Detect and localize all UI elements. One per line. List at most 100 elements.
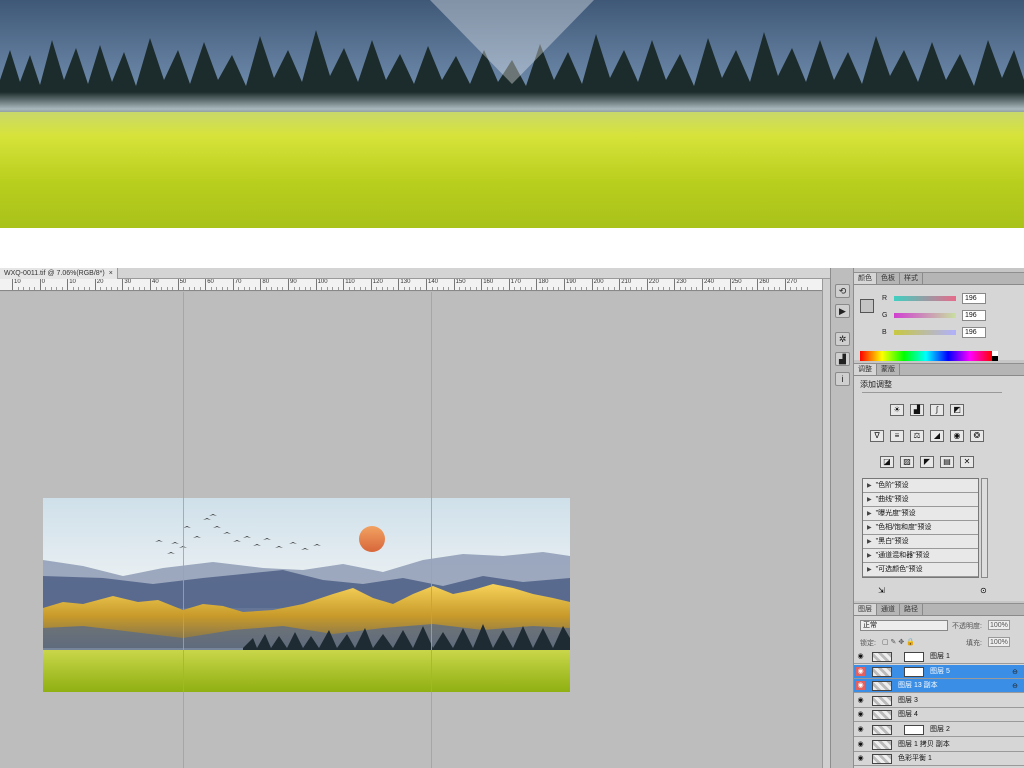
ruler-minor-tick [299,287,301,290]
tab-channels[interactable]: 通道 [877,604,900,615]
ruler-minor-tick [332,287,334,290]
tab-paths[interactable]: 路径 [900,604,923,615]
blend-mode-select[interactable]: 正常 [860,620,948,631]
fill-label: 填充: [966,640,982,647]
lock-icons[interactable]: ▢ ✎ ✥ 🔒 [882,638,915,646]
list-item[interactable]: ▶ "色相/饱和度"预设 [863,521,978,535]
list-item[interactable]: ▶ "可选颜色"预设 [863,563,978,577]
list-item[interactable]: ▶ "色阶"预设 [863,479,978,493]
foreground-color-swatch[interactable] [860,299,874,313]
layer-row[interactable]: ◉ 图层 4 [854,708,1024,723]
layer-row[interactable]: ◉ 图层 1 拷贝 副本 [854,737,1024,752]
brightness-icon[interactable]: ☀ [890,404,904,416]
green-channel-slider[interactable] [894,313,956,318]
layer-row[interactable]: ◉ 图层 2 [854,723,1024,737]
actions-icon[interactable]: ▶ [835,304,850,318]
ruler-label: 220 [648,279,659,285]
return-icon[interactable]: ⇲ [878,586,885,595]
photo-filter-icon[interactable]: ◉ [950,430,964,442]
fill-field[interactable]: 100% [988,637,1010,647]
blue-channel-label: B [882,329,887,336]
list-item[interactable]: ▶ "黑白"预设 [863,535,978,549]
list-item[interactable]: ▶ "曝光度"预设 [863,507,978,521]
color-balance-icon[interactable]: ⚖ [910,430,924,442]
ruler-minor-tick [414,287,416,290]
tab-swatches[interactable]: 色板 [877,273,900,284]
info-icon[interactable]: i [835,372,850,386]
ruler-minor-tick [304,287,306,290]
layer-row[interactable]: ◉ 图层 3 [854,693,1024,708]
ruler-minor-tick [679,287,681,290]
tab-layers[interactable]: 图层 [854,604,877,615]
channel-mixer-icon[interactable]: ❂ [970,430,984,442]
layer-mask-thumbnail[interactable] [904,652,924,662]
visibility-eye-icon[interactable]: ◉ [856,681,865,691]
visibility-eye-icon[interactable]: ◉ [856,740,865,749]
ruler-minor-tick [56,287,58,290]
adjustments-title: 添加调整 [860,380,892,389]
hue-saturation-icon[interactable]: ≡ [890,430,904,442]
visibility-eye-icon[interactable]: ◉ [856,754,865,763]
layer-row[interactable]: ◉ 色彩平衡 1 [854,752,1024,767]
document-tab[interactable]: WXQ-0011.tif @ 7.06%(RGB/8*) × [0,268,118,279]
preset-scrollbar[interactable] [981,478,988,578]
tab-adjustments[interactable]: 调整 [854,364,877,375]
layer-row[interactable]: ◉ 图层 5 ⊖ [854,664,1024,679]
layer-row[interactable]: ◉ 图层 13 副本 ⊖ [854,679,1024,694]
ruler-minor-tick [503,287,505,290]
tab-color[interactable]: 颜色 [854,273,877,284]
vibrance-icon[interactable]: ∇ [870,430,884,442]
ruler-minor-tick [602,287,604,290]
ruler-tick [232,279,234,290]
guide-line[interactable] [431,292,432,768]
visibility-eye-icon[interactable]: ◉ [856,710,865,719]
ruler-minor-tick [575,287,577,290]
red-channel-value[interactable]: 196 [962,293,986,304]
ruler-tick [508,279,510,290]
ruler-minor-tick [569,287,571,290]
ruler-minor-tick [409,287,411,290]
black-white-icon[interactable]: ◢ [930,430,944,442]
blue-channel-value[interactable]: 196 [962,327,986,338]
layer-mask-thumbnail[interactable] [904,666,924,677]
ruler-label: 200 [593,279,604,285]
expand-icon: ▶ [867,553,872,559]
layer-mask-thumbnail[interactable] [904,725,924,735]
close-icon[interactable]: × [109,270,113,277]
ruler-label: 170 [510,279,521,285]
red-channel-slider[interactable] [894,296,956,301]
artwork-canvas[interactable] [43,498,570,692]
visibility-eye-icon[interactable]: ◉ [856,696,865,705]
visibility-eye-icon[interactable]: ◉ [856,725,865,734]
posterize-icon[interactable]: ▨ [900,456,914,468]
exposure-icon[interactable]: ◩ [950,404,964,416]
invert-icon[interactable]: ◪ [880,456,894,468]
tab-styles[interactable]: 样式 [900,273,923,284]
layer-row[interactable]: ◉ 图层 1 [854,650,1024,664]
histogram-icon[interactable]: ▟ [835,352,850,366]
gradient-map-icon[interactable]: ▤ [940,456,954,468]
vertical-scrollbar[interactable] [822,279,830,768]
opacity-field[interactable]: 100% [988,620,1010,630]
visibility-eye-icon[interactable]: ◉ [856,652,865,661]
color-panel-tabs: 颜色 色板 样式 [854,273,1024,285]
ruler-minor-tick [249,287,251,290]
levels-icon[interactable]: ▟ [910,404,924,416]
list-item[interactable]: ▶ "曲线"预设 [863,493,978,507]
tab-masks[interactable]: 蒙版 [877,364,900,375]
green-channel-value[interactable]: 196 [962,310,986,321]
visibility-eye-icon[interactable]: ◉ [856,666,865,676]
ruler-minor-tick [492,287,494,290]
color-spectrum-bar[interactable] [860,351,998,361]
clip-icon[interactable]: ⊙ [980,586,987,595]
curves-icon[interactable]: ∫ [930,404,944,416]
horizontal-ruler[interactable]: 10 0 10 20 30 40 50 60 70 80 90 100 110 120 130 140 150 1… [0,279,822,291]
threshold-icon[interactable]: ◤ [920,456,934,468]
history-icon[interactable]: ⟲ [835,284,850,298]
blue-channel-slider[interactable] [894,330,956,335]
settings-icon[interactable]: ✲ [835,332,850,346]
ruler-label: 100 [317,279,328,285]
selective-color-icon[interactable]: ✕ [960,456,974,468]
guide-line[interactable] [183,292,184,768]
list-item[interactable]: ▶ "通道混和器"预设 [863,549,978,563]
